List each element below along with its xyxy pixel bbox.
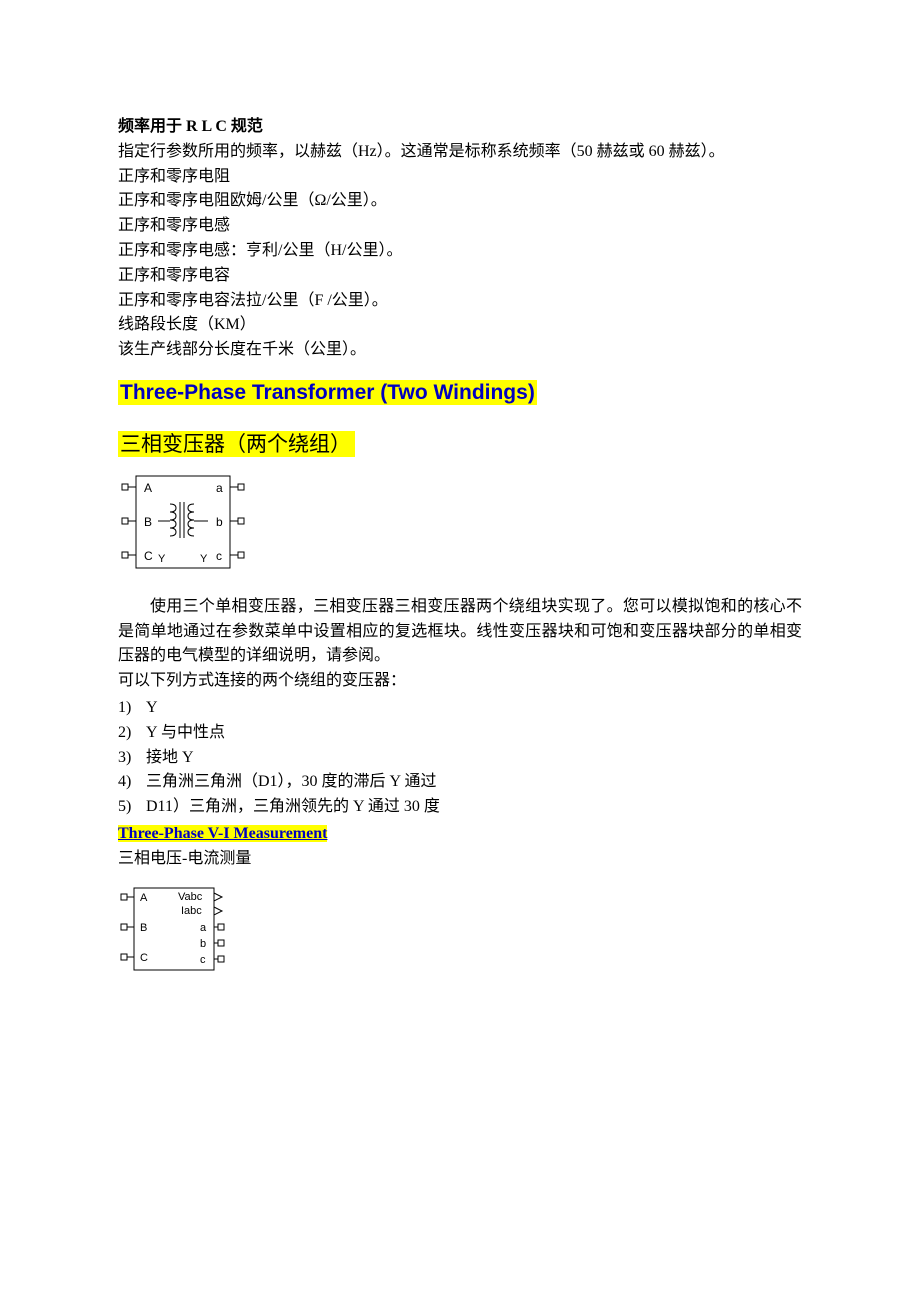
measurement-section: Three-Phase V-I Measurement 三相电压-电流测量 A … bbox=[118, 822, 802, 982]
list-item: 5)D11）三角洲，三角洲领先的 Y 通过 30 度 bbox=[118, 795, 802, 820]
transformer-title-en-wrap: Three-Phase Transformer (Two Windings) bbox=[118, 377, 802, 410]
measurement-diagram: A B C Vabc Iabc a b c bbox=[118, 884, 802, 983]
rlc-line: 正序和零序电容 bbox=[118, 264, 802, 289]
rlc-line: 线路段长度（KM） bbox=[118, 313, 802, 338]
rlc-section: 频率用于 R L C 规范 指定行参数所用的频率，以赫兹（Hz）。这通常是标称系… bbox=[118, 115, 802, 363]
list-item: 3)接地 Y bbox=[118, 746, 802, 771]
y-label: Y bbox=[158, 553, 166, 565]
port-label: Iabc bbox=[181, 905, 202, 917]
document-page: 频率用于 R L C 规范 指定行参数所用的频率，以赫兹（Hz）。这通常是标称系… bbox=[0, 0, 920, 1056]
port-label: Vabc bbox=[178, 891, 203, 903]
port-label: c bbox=[216, 549, 222, 563]
list-item: 1)Y bbox=[118, 696, 802, 721]
connection-list: 1)Y 2)Y 与中性点 3)接地 Y 4)三角洲三角洲（D1），30 度的滞后… bbox=[118, 696, 802, 820]
port-label: b bbox=[216, 515, 223, 529]
rlc-line: 正序和零序电感 bbox=[118, 214, 802, 239]
port-label: C bbox=[144, 549, 153, 563]
measurement-block-icon: A B C Vabc Iabc a b c bbox=[118, 884, 238, 974]
rlc-line: 正序和零序电感：亨利/公里（H/公里）。 bbox=[118, 239, 802, 264]
y-label: Y bbox=[200, 553, 208, 565]
transformer-title-cn-wrap: 三相变压器（两个绕组） bbox=[118, 428, 802, 461]
port-label: B bbox=[144, 515, 152, 529]
rlc-line: 正序和零序电容法拉/公里（F /公里）。 bbox=[118, 289, 802, 314]
rlc-heading: 频率用于 R L C 规范 bbox=[118, 115, 802, 140]
port-label: A bbox=[144, 481, 152, 495]
rlc-line: 正序和零序电阻 bbox=[118, 165, 802, 190]
transformer-description: 使用三个单相变压器，三相变压器三相变压器两个绕组块实现了。您可以模拟饱和的核心不… bbox=[118, 595, 802, 820]
list-item: 2)Y 与中性点 bbox=[118, 721, 802, 746]
transformer-block-icon: A B C a b c Y Y bbox=[118, 472, 248, 572]
port-label: b bbox=[200, 938, 206, 950]
port-label: B bbox=[140, 922, 147, 934]
port-label: C bbox=[140, 952, 148, 964]
transformer-para1: 使用三个单相变压器，三相变压器三相变压器两个绕组块实现了。您可以模拟饱和的核心不… bbox=[118, 595, 802, 669]
measurement-title-cn: 三相电压-电流测量 bbox=[118, 847, 802, 872]
transformer-title-en: Three-Phase Transformer (Two Windings) bbox=[118, 380, 537, 405]
port-label: A bbox=[140, 892, 148, 904]
port-label: c bbox=[200, 954, 206, 966]
port-label: a bbox=[200, 922, 207, 934]
rlc-line: 该生产线部分长度在千米（公里）。 bbox=[118, 338, 802, 363]
transformer-title-cn: 三相变压器（两个绕组） bbox=[118, 431, 355, 457]
rlc-line: 指定行参数所用的频率，以赫兹（Hz）。这通常是标称系统频率（50 赫兹或 60 … bbox=[118, 140, 802, 165]
transformer-diagram: A B C a b c Y Y bbox=[118, 472, 802, 581]
measurement-title-en: Three-Phase V-I Measurement bbox=[118, 825, 327, 842]
rlc-line: 正序和零序电阻欧姆/公里（Ω/公里）。 bbox=[118, 189, 802, 214]
transformer-para2: 可以下列方式连接的两个绕组的变压器： bbox=[118, 669, 802, 694]
port-label: a bbox=[216, 481, 223, 495]
list-item: 4)三角洲三角洲（D1），30 度的滞后 Y 通过 bbox=[118, 770, 802, 795]
